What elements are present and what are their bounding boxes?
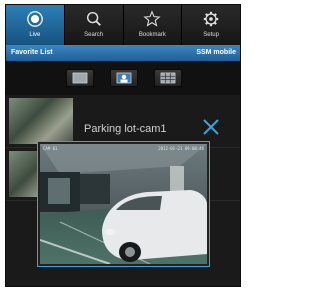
tab-bookmark-label: Bookmark bbox=[138, 32, 166, 38]
tab-search-label: Search bbox=[84, 32, 104, 38]
camera-preview-popup: CAM 01 2012-01-21 09:08:46 bbox=[37, 141, 210, 267]
camera-thumbnail bbox=[9, 98, 73, 144]
favorite-list-title: Favorite List bbox=[11, 49, 53, 56]
app-name: SSM mobile bbox=[196, 49, 236, 56]
osd-timestamp: 2012-01-21 09:08:46 bbox=[158, 146, 204, 151]
camera-title: Parking lot-cam1 bbox=[84, 123, 167, 135]
tab-setup[interactable]: Setup bbox=[182, 5, 240, 45]
grid-view-icon bbox=[160, 72, 176, 84]
app-window: Live Search Bookmark Setup Favorite List… bbox=[5, 4, 241, 287]
parking-lot-scene bbox=[40, 144, 207, 264]
search-icon bbox=[86, 11, 101, 26]
person-view-icon bbox=[116, 72, 132, 84]
grid-view-button[interactable] bbox=[154, 69, 182, 87]
tab-bar: Live Search Bookmark Setup bbox=[6, 5, 240, 46]
sub-header: Favorite List SSM mobile bbox=[6, 45, 240, 61]
tab-search[interactable]: Search bbox=[65, 5, 124, 45]
live-icon bbox=[27, 11, 43, 27]
star-icon bbox=[143, 10, 161, 27]
tab-live-label: Live bbox=[29, 32, 41, 38]
camera-video-feed[interactable]: CAM 01 2012-01-21 09:08:46 bbox=[40, 144, 207, 264]
tab-live[interactable]: Live bbox=[6, 5, 65, 45]
osd-camera-label: CAM 01 bbox=[43, 146, 58, 151]
single-view-icon bbox=[72, 72, 88, 84]
single-view-button[interactable] bbox=[66, 69, 94, 87]
person-view-button[interactable] bbox=[110, 69, 138, 87]
view-mode-row bbox=[6, 61, 240, 95]
tab-bookmark[interactable]: Bookmark bbox=[124, 5, 183, 45]
gear-icon bbox=[203, 11, 219, 27]
close-icon[interactable] bbox=[202, 118, 220, 136]
tab-setup-label: Setup bbox=[203, 32, 219, 38]
